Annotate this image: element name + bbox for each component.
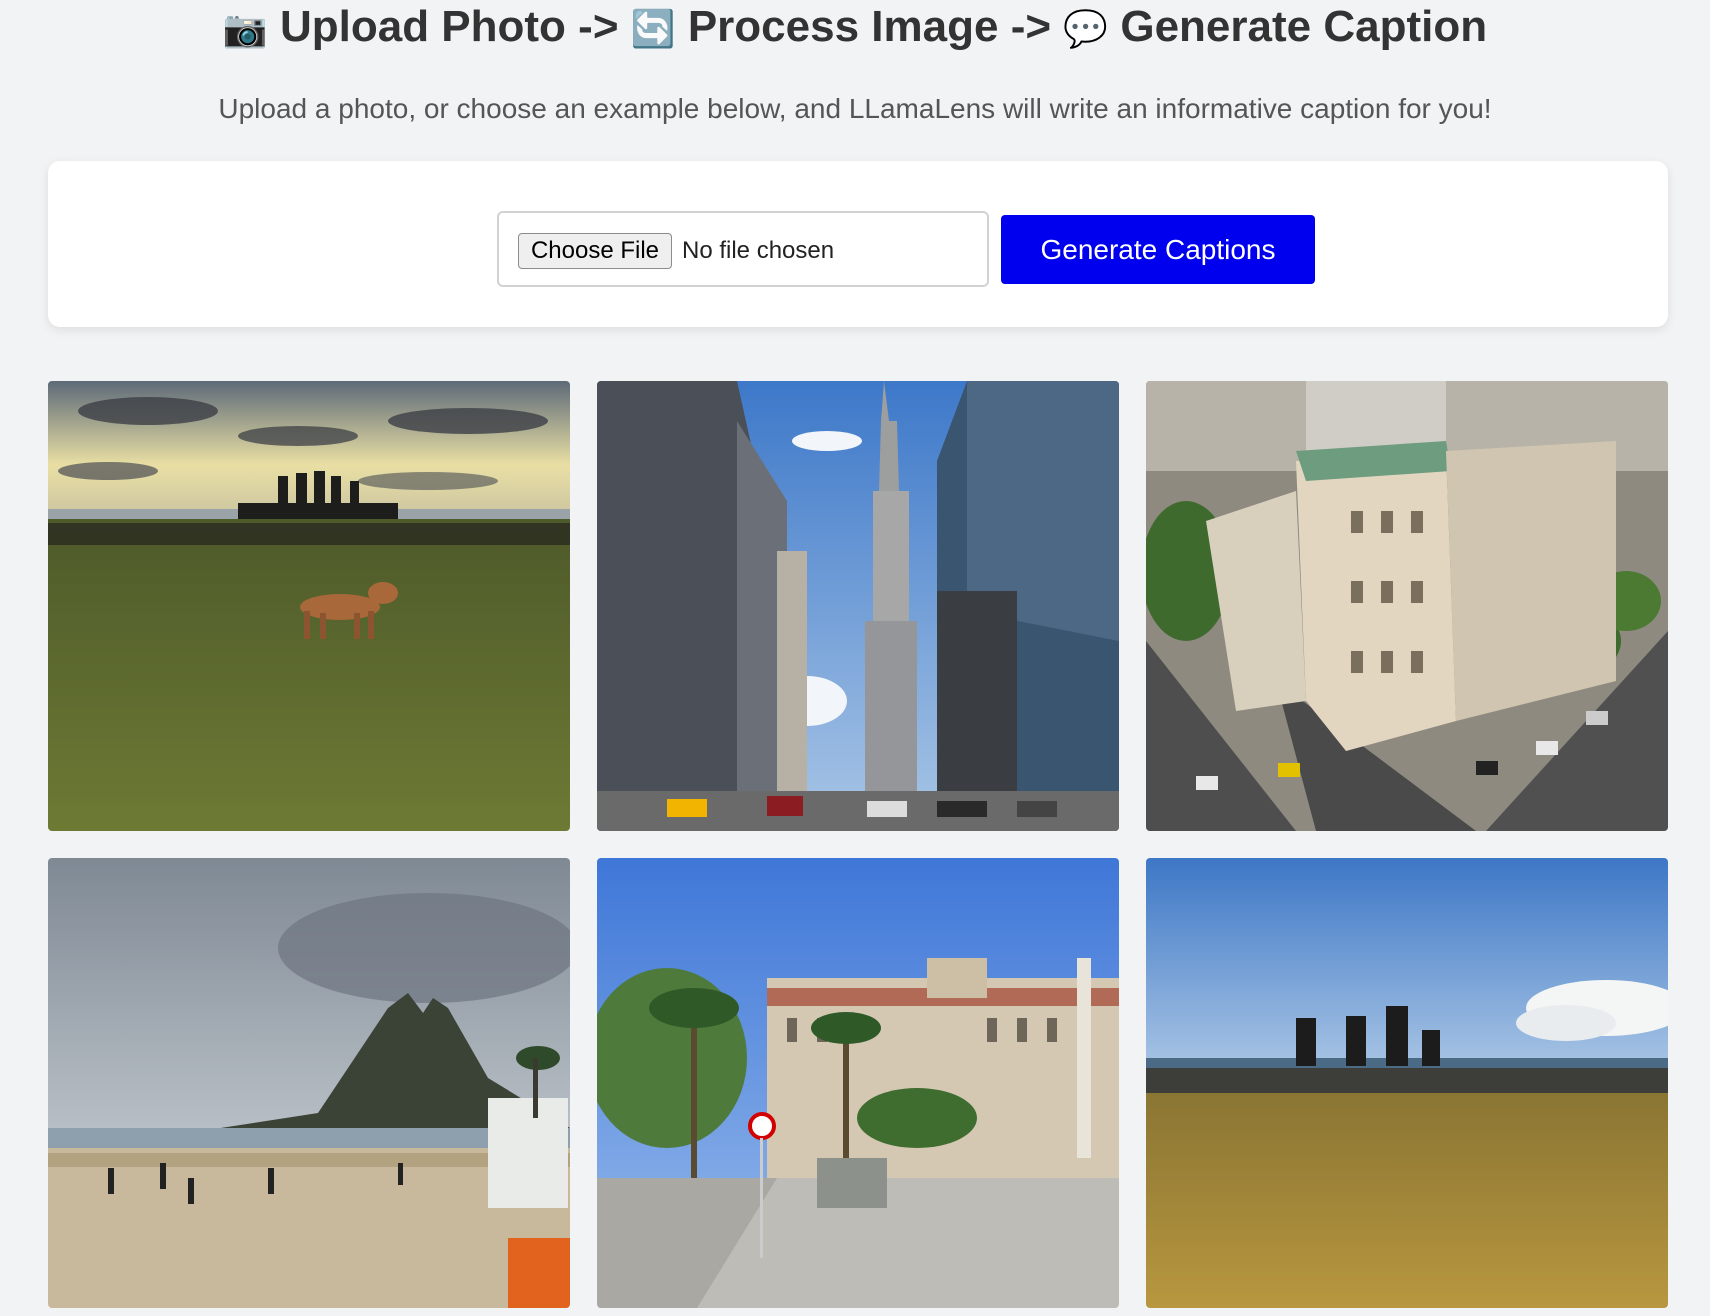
file-status-text: No file chosen (682, 237, 835, 264)
arrow-separator: -> (1010, 2, 1052, 51)
page-title: 📷 Upload Photo -> 🔄 Process Image -> 💬 G… (0, 0, 1710, 57)
step-process-image: Process Image (687, 2, 999, 51)
refresh-icon: 🔄 (630, 9, 676, 50)
file-input[interactable]: Choose File No file chosen (497, 211, 989, 287)
step-upload-photo: Upload Photo (279, 2, 566, 51)
example-image-moai-field[interactable] (1146, 858, 1668, 1308)
example-image-dog-moai-sunset[interactable] (48, 381, 570, 831)
page-subtitle: Upload a photo, or choose an example bel… (218, 93, 1492, 124)
camera-icon: 📷 (222, 9, 268, 50)
step-generate-caption: Generate Caption (1120, 2, 1488, 51)
choose-file-button[interactable]: Choose File (518, 233, 672, 269)
arrow-separator: -> (578, 2, 619, 51)
generate-captions-button[interactable]: Generate Captions (1001, 215, 1315, 284)
example-image-empire-state-street[interactable] (597, 381, 1119, 831)
upload-card: Choose File No file chosen Generate Capt… (48, 161, 1668, 327)
example-image-beach-mountain[interactable] (48, 858, 570, 1308)
speech-bubble-icon: 💬 (1063, 9, 1109, 50)
example-image-corner-building-aerial[interactable] (1146, 381, 1668, 831)
example-image-palace-palm-trees[interactable] (597, 858, 1119, 1308)
